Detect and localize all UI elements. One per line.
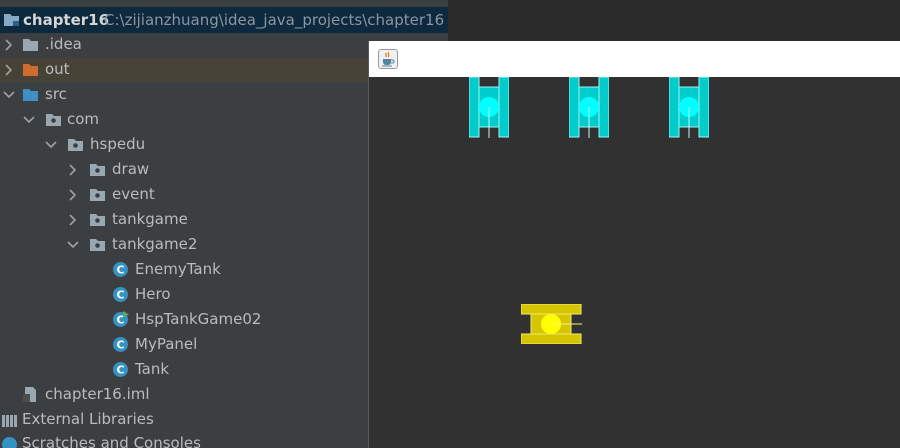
svg-text:C: C xyxy=(116,339,124,352)
chevron-right-icon[interactable] xyxy=(2,63,16,77)
enemy-tank xyxy=(669,77,709,139)
folder-icon xyxy=(22,36,39,53)
chevron-down-icon[interactable] xyxy=(44,138,58,152)
class-icon: C xyxy=(112,336,129,353)
tree-item-label: tankgame xyxy=(112,210,188,228)
package-icon xyxy=(45,111,62,128)
libraries-icon xyxy=(1,412,18,429)
tree-item-label: Hero xyxy=(135,285,171,303)
package-icon xyxy=(67,136,84,153)
package-icon xyxy=(89,236,106,253)
chevron-down-icon[interactable] xyxy=(22,113,36,127)
chevron-right-icon[interactable] xyxy=(66,188,80,202)
runnable-class-icon: C xyxy=(112,311,129,328)
module-file-icon xyxy=(22,386,39,403)
chevron-right-icon[interactable] xyxy=(66,163,80,177)
tree-item-label: draw xyxy=(112,160,150,178)
hero-tank xyxy=(521,304,583,344)
package-icon xyxy=(89,161,106,178)
tree-item-label: src xyxy=(45,85,67,103)
tank-game-window xyxy=(368,41,900,448)
svg-text:C: C xyxy=(116,364,124,377)
chevron-down-icon[interactable] xyxy=(2,88,16,102)
tree-item-label: .idea xyxy=(45,35,82,53)
excluded-folder-icon xyxy=(22,61,39,78)
source-folder-icon xyxy=(22,86,39,103)
package-icon xyxy=(89,186,106,203)
class-icon: C xyxy=(112,286,129,303)
class-icon: C xyxy=(112,361,129,378)
tree-item-label: Scratches and Consoles xyxy=(22,434,201,448)
package-icon xyxy=(89,211,106,228)
svg-text:C: C xyxy=(116,289,124,302)
tree-item-label: EnemyTank xyxy=(135,260,221,278)
java-cup-icon xyxy=(378,49,398,69)
project-name: chapter16 xyxy=(23,10,110,29)
tree-item-label: event xyxy=(112,185,155,203)
project-path: C:\zijianzhuang\idea_java_projects\chapt… xyxy=(104,10,445,29)
project-root-row[interactable]: chapter16 C:\zijianzhuang\idea_java_proj… xyxy=(0,7,448,33)
enemy-tank xyxy=(469,77,509,139)
chevron-right-icon[interactable] xyxy=(66,213,80,227)
tree-item-label: MyPanel xyxy=(135,335,198,353)
enemy-tank xyxy=(569,77,609,139)
tree-item-label: HspTankGame02 xyxy=(135,310,262,328)
tree-item-label: hspedu xyxy=(90,135,146,153)
chevron-right-icon[interactable] xyxy=(2,38,16,52)
module-folder-icon xyxy=(3,11,20,28)
tree-item-label: Tank xyxy=(135,360,170,378)
tree-item-label: chapter16.iml xyxy=(45,385,150,403)
game-panel[interactable] xyxy=(369,77,900,448)
svg-text:C: C xyxy=(116,264,124,277)
tree-item-label: External Libraries xyxy=(22,410,154,428)
scratches-icon xyxy=(1,436,18,448)
class-icon: C xyxy=(112,261,129,278)
tree-item-label: out xyxy=(45,60,70,78)
tree-item-label: tankgame2 xyxy=(112,235,198,253)
tree-item-label: com xyxy=(67,110,100,128)
window-title-bar[interactable] xyxy=(369,41,900,77)
chevron-down-icon[interactable] xyxy=(66,238,80,252)
